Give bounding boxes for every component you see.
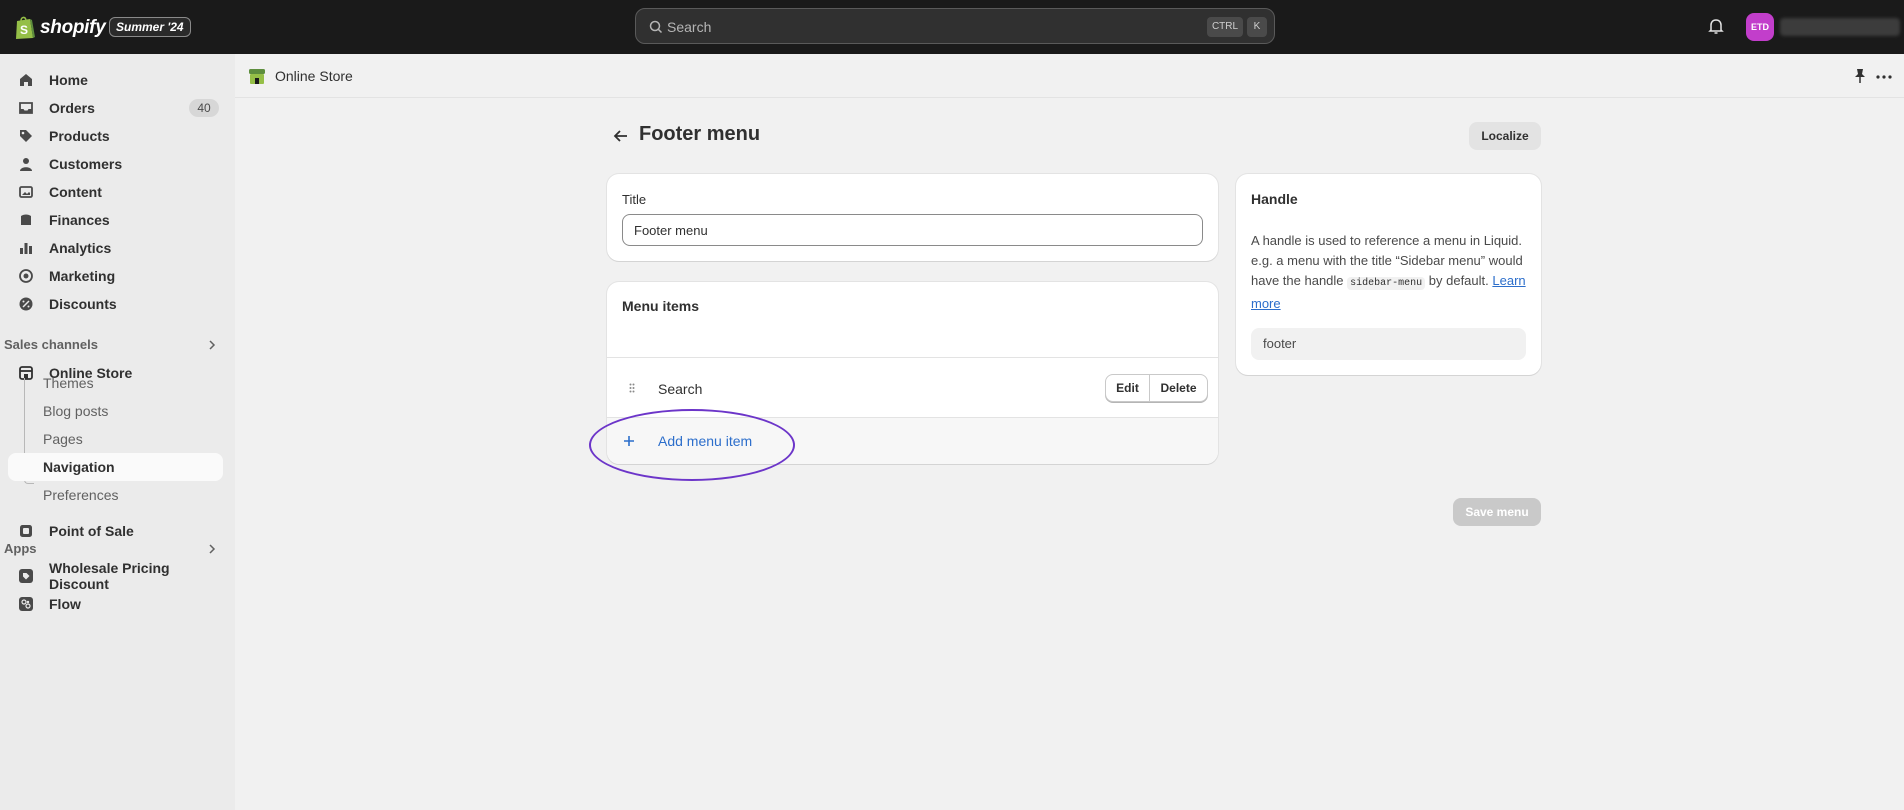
- save-menu-button[interactable]: Save menu: [1453, 498, 1541, 526]
- menu-items-card: Menu items Search Edit Delete Add menu i…: [607, 282, 1218, 464]
- add-menu-item-link[interactable]: Add menu item: [658, 433, 752, 449]
- flow-icon: [19, 597, 33, 611]
- sidebar-item-label: Products: [49, 128, 110, 144]
- sidebar-item-customers[interactable]: Customers: [8, 150, 223, 178]
- drag-handle-icon[interactable]: [629, 383, 635, 393]
- orders-count-badge: 40: [189, 99, 219, 117]
- more-horizontal-icon[interactable]: [1876, 75, 1892, 79]
- svg-text:S: S: [20, 23, 28, 37]
- localize-button[interactable]: Localize: [1469, 122, 1541, 150]
- sidebar-subitem-label: Themes: [43, 375, 94, 391]
- handle-example-code: sidebar-menu: [1347, 277, 1426, 290]
- avatar[interactable]: ETD: [1746, 13, 1774, 41]
- page-title: Footer menu: [639, 123, 761, 145]
- sidebar-subitem-label: Navigation: [43, 459, 115, 475]
- brand-name: shopify: [40, 16, 106, 38]
- apps-heading[interactable]: Apps: [4, 541, 37, 556]
- edit-button[interactable]: Edit: [1106, 375, 1150, 401]
- pin-icon[interactable]: [1853, 68, 1867, 84]
- sidebar-item-products[interactable]: Products: [8, 122, 223, 150]
- point-of-sale-icon: [20, 525, 32, 537]
- handle-heading: Handle: [1251, 191, 1298, 207]
- sidebar-subitem-preferences[interactable]: Preferences: [8, 481, 223, 509]
- edition-badge[interactable]: Summer '24: [109, 17, 191, 37]
- search-icon: [649, 20, 663, 34]
- shortcut-ctrl-key: CTRL: [1207, 17, 1243, 37]
- menu-items-heading: Menu items: [622, 298, 700, 314]
- online-store-icon: [249, 69, 265, 84]
- handle-description: A handle is used to reference a menu in …: [1251, 231, 1531, 314]
- person-icon: [20, 158, 32, 171]
- chevron-right-icon[interactable]: [206, 339, 218, 351]
- search-placeholder: Search: [667, 19, 712, 35]
- chevron-right-icon[interactable]: [206, 543, 218, 555]
- title-input[interactable]: [622, 214, 1203, 246]
- bell-icon[interactable]: [1706, 16, 1726, 36]
- bar-chart-icon: [20, 243, 32, 254]
- sidebar-app-flow[interactable]: Flow: [8, 590, 223, 618]
- sidebar-subitem-label: Preferences: [43, 487, 119, 503]
- menu-item-actions: Edit Delete: [1105, 374, 1208, 402]
- sidebar-item-analytics[interactable]: Analytics: [8, 234, 223, 262]
- discount-icon: [19, 297, 33, 311]
- sidebar-item-home[interactable]: Home: [8, 66, 223, 94]
- title-card: Title: [607, 174, 1218, 261]
- menu-item-label: Search: [658, 381, 703, 397]
- bank-icon: [21, 214, 31, 225]
- sidebar-item-label: Finances: [49, 212, 110, 228]
- sidebar-item-discounts[interactable]: Discounts: [8, 290, 223, 318]
- sidebar-item-label: Home: [49, 72, 88, 88]
- page-header: Online Store: [235, 54, 1904, 98]
- sidebar-item-point-of-sale[interactable]: Point of Sale: [8, 517, 223, 545]
- delete-button[interactable]: Delete: [1150, 375, 1207, 401]
- tag-icon: [20, 130, 32, 142]
- target-icon: [19, 269, 33, 283]
- sidebar-subitem-blog-posts[interactable]: Blog posts: [8, 397, 223, 425]
- handle-input[interactable]: footer: [1251, 328, 1526, 360]
- app-tag-icon: [19, 569, 33, 583]
- shortcut-k-key: K: [1247, 17, 1267, 37]
- shopify-logo[interactable]: S shopify: [14, 15, 106, 40]
- store-name-redacted[interactable]: [1780, 18, 1900, 36]
- sidebar-item-finances[interactable]: Finances: [8, 206, 223, 234]
- sidebar-item-orders[interactable]: Orders 40: [8, 94, 223, 122]
- sidebar-subitem-label: Blog posts: [43, 403, 109, 419]
- handle-card: Handle A handle is used to reference a m…: [1236, 174, 1541, 375]
- sidebar-subitem-themes[interactable]: Themes: [8, 369, 223, 397]
- sidebar-item-label: Discounts: [49, 296, 117, 312]
- plus-icon: [624, 436, 634, 446]
- sidebar-item-label: Orders: [49, 100, 95, 116]
- sidebar-item-label: Marketing: [49, 268, 116, 284]
- sidebar-item-label: Wholesale Pricing Discount: [49, 560, 170, 592]
- add-menu-item-row[interactable]: Add menu item: [607, 417, 1218, 464]
- sidebar-item-marketing[interactable]: Marketing: [8, 262, 223, 290]
- breadcrumb-online-store[interactable]: Online Store: [275, 68, 353, 84]
- sidebar-item-label: Customers: [49, 156, 123, 172]
- sidebar-subitem-navigation[interactable]: Navigation: [8, 453, 223, 481]
- sidebar-subitem-label: Pages: [43, 431, 83, 447]
- sales-channels-heading[interactable]: Sales channels: [4, 337, 98, 352]
- sidebar-item-label: Content: [49, 184, 102, 200]
- divider: [607, 357, 1218, 358]
- sidebar-item-label: Point of Sale: [49, 523, 134, 539]
- sidebar-item-label: Flow: [49, 596, 81, 612]
- back-arrow-icon[interactable]: [610, 126, 632, 146]
- handle-description-text: by default.: [1425, 273, 1493, 288]
- sidebar-app-wholesale-pricing-discount[interactable]: Wholesale Pricing Discount: [8, 560, 223, 592]
- image-icon: [19, 186, 33, 198]
- sidebar-item-label: Analytics: [49, 240, 112, 256]
- sidebar-subitem-pages[interactable]: Pages: [8, 425, 223, 453]
- shopify-bag-icon: S: [16, 16, 35, 39]
- home-icon: [20, 74, 32, 86]
- sidebar: Home Orders 40 Products Customers Conten…: [0, 54, 235, 810]
- sidebar-item-content[interactable]: Content: [8, 178, 223, 206]
- top-bar: S shopify Summer '24 Search CTRL K ETD: [0, 0, 1904, 54]
- inbox-icon: [19, 102, 33, 114]
- search-bar[interactable]: Search CTRL K: [635, 8, 1275, 44]
- title-field-label: Title: [622, 192, 647, 207]
